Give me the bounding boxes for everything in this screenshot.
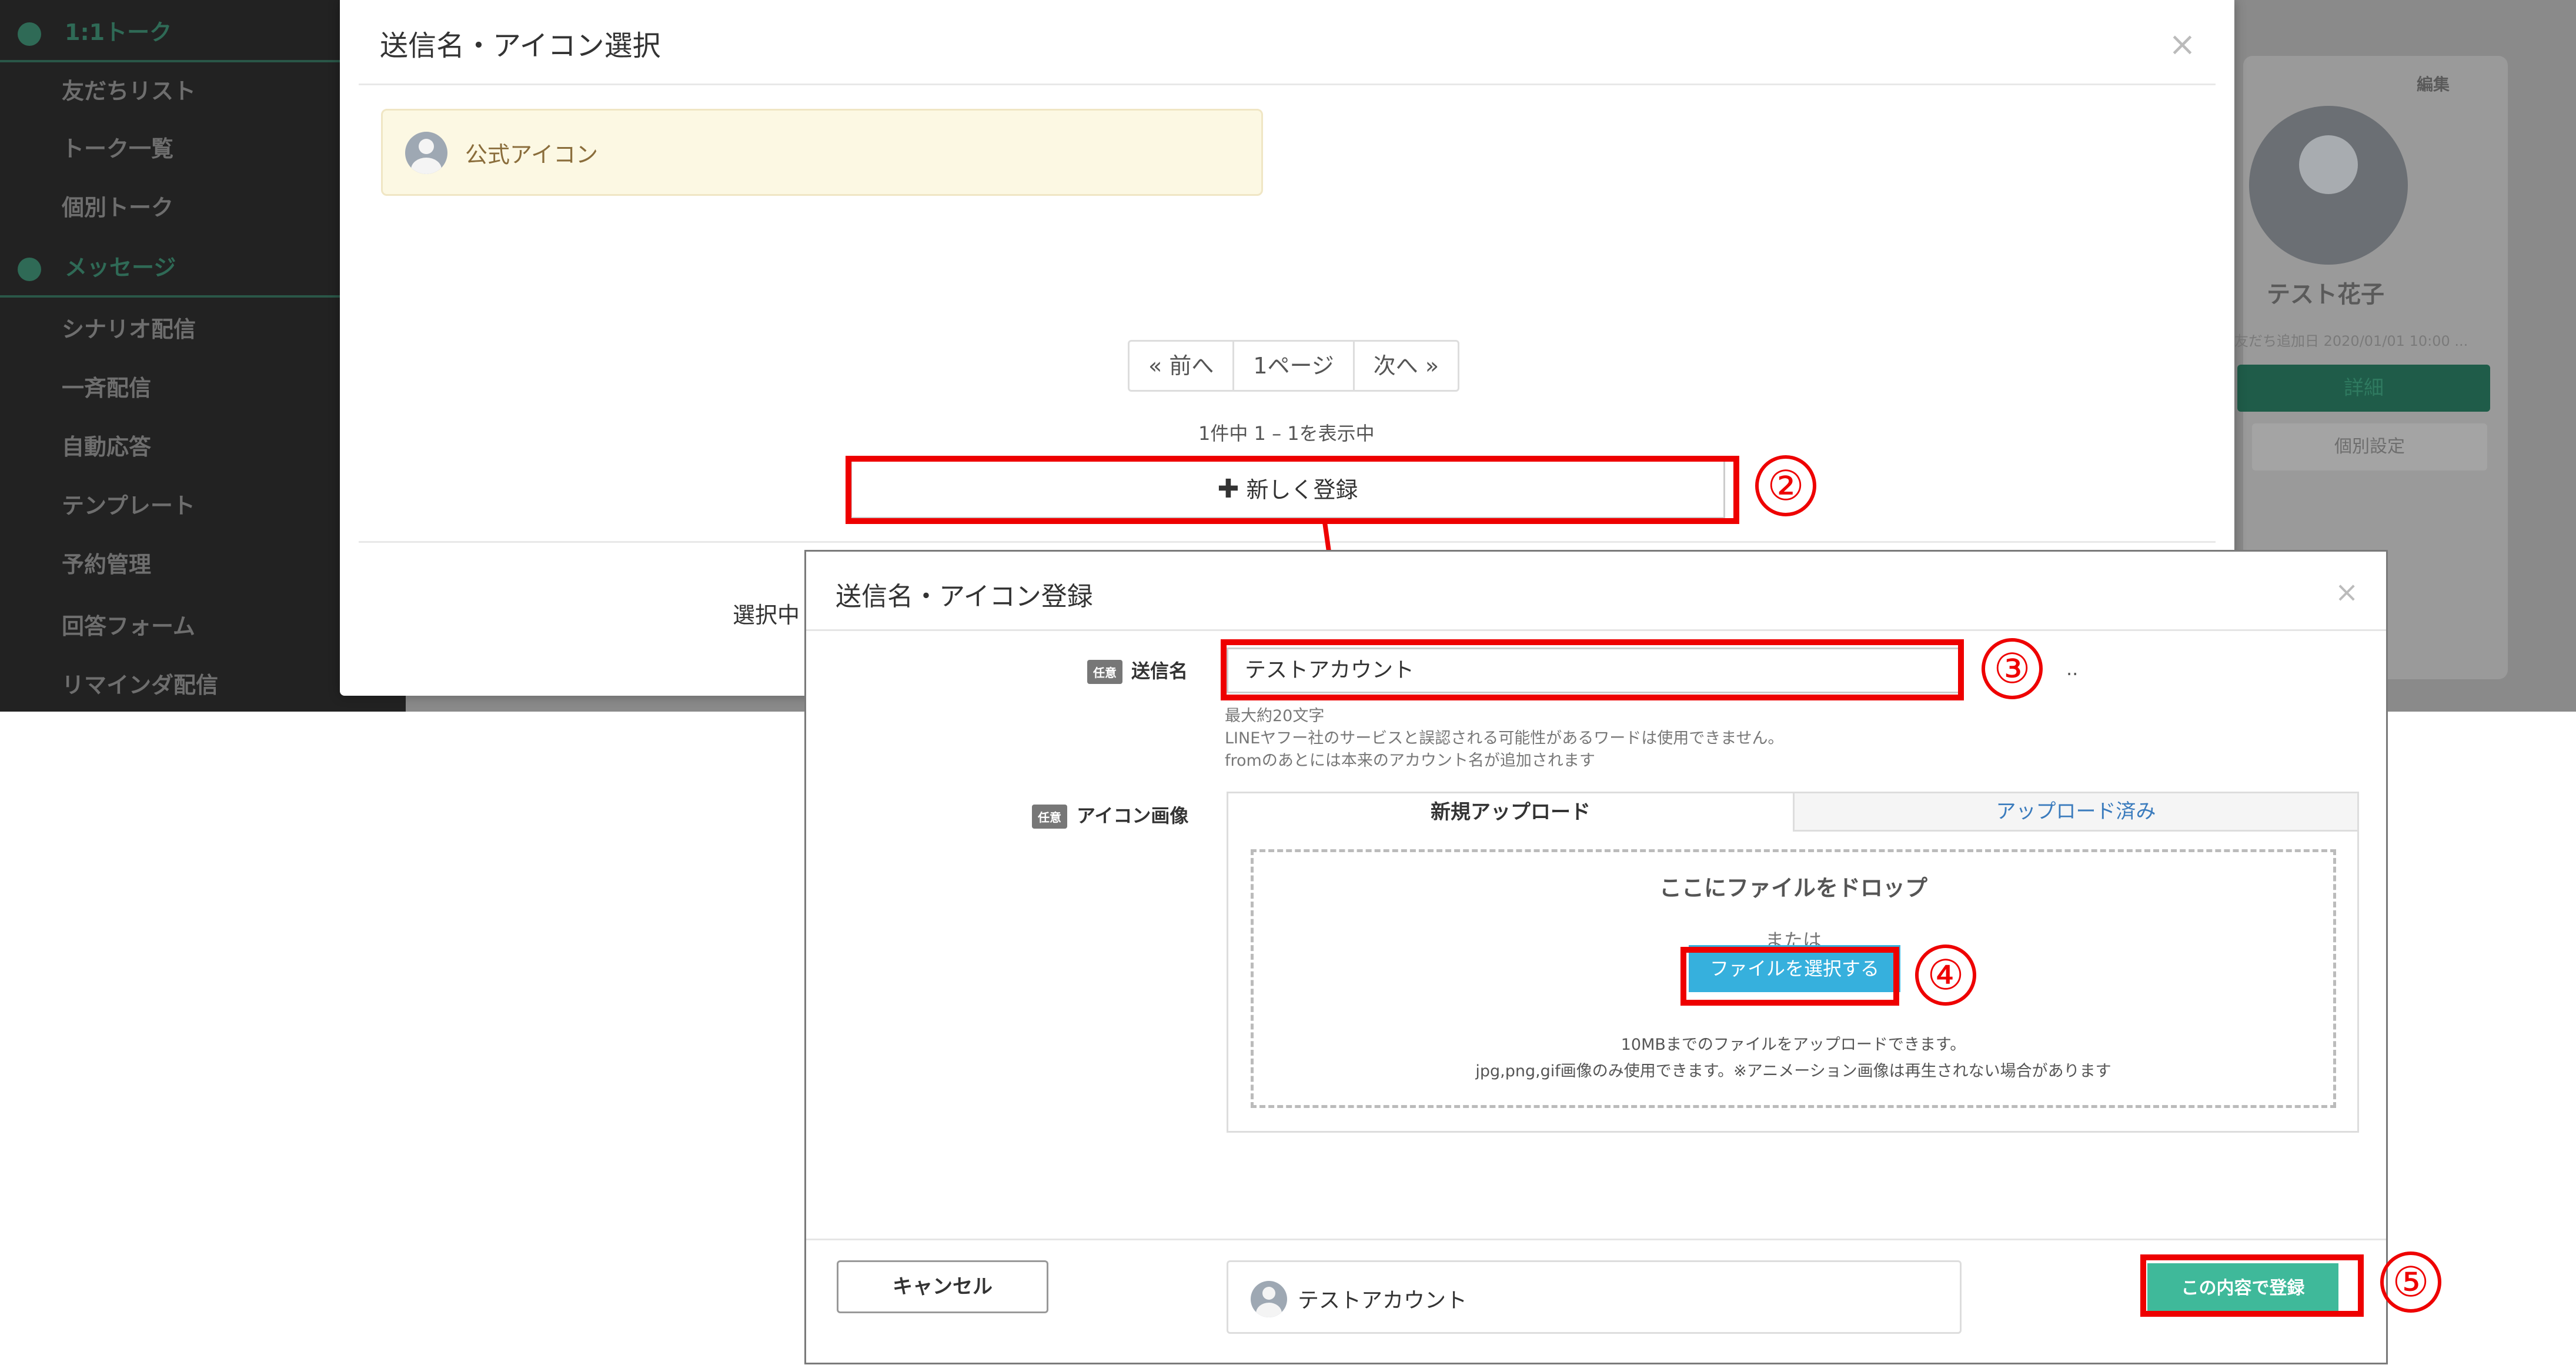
char-counter: .. [2066,658,2079,680]
divider [359,84,2216,85]
sidebar-item-individual-talk[interactable]: 個別トーク [62,187,173,228]
profile-avatar [2249,106,2408,265]
modal-title: 送信名・アイコン登録 [836,582,1093,612]
profile-detail-button[interactable]: 詳細 [2237,365,2490,412]
pagination: « 前へ 1ページ 次へ » [1128,340,1460,392]
selecting-label: 選択中 [733,602,800,628]
result-count: 1件中 1 – 1を表示中 [1198,422,1375,445]
divider [806,1239,2386,1240]
dropzone-note: jpg,png,gif画像のみ使用できます。※アニメーション画像は再生されない場… [1475,1062,2111,1080]
message-icon [18,257,41,281]
help-text: LINEヤフー社のサービスと誤認される可能性があるワードは使用できません。 [1225,729,1784,747]
optional-badge: 任意 [1087,660,1122,684]
highlight-frame-4 [1680,947,1899,1006]
sidebar-section-talk[interactable]: 1:1トーク [18,12,172,53]
divider [359,541,2216,543]
sender-name-label: 送信名 [1131,660,1188,682]
official-icon-label: 公式アイコン [465,142,599,168]
close-icon[interactable]: × [2335,578,2358,606]
sender-preview: テストアカウント [1227,1260,1962,1334]
preview-sender-name: テストアカウント [1298,1289,1468,1313]
optional-badge: 任意 [1032,805,1067,829]
sidebar-item-template[interactable]: テンプレート [62,485,195,526]
pagination-current-page[interactable]: 1ページ [1234,342,1355,390]
step-number-3: ③ [1982,638,2043,699]
dropzone-note: 10MBまでのファイルをアップロードできます。 [1621,1036,1966,1054]
star-icon [18,22,41,46]
help-text: 最大約20文字 [1225,707,1325,725]
tab-uploaded[interactable]: アップロード済み [1795,793,2357,832]
help-text: fromのあとには本来のアカウント名が追加されます [1225,752,1595,770]
cancel-button[interactable]: キャンセル [837,1260,1048,1313]
pagination-next[interactable]: 次へ » [1355,342,1458,390]
step-number-2: ② [1755,455,1816,516]
step-number-5: ⑤ [2380,1251,2441,1313]
highlight-frame-5 [2140,1254,2364,1317]
icon-image-label: アイコン画像 [1077,805,1189,827]
step-number-4: ④ [1915,945,1976,1006]
sidebar-item-scenario[interactable]: シナリオ配信 [62,309,196,350]
profile-subtext: 友だち追加日 2020/01/01 10:00 ... [2234,333,2468,349]
user-avatar-icon [405,132,447,174]
sidebar-item-broadcast[interactable]: 一斉配信 [62,368,151,409]
user-avatar-icon [1251,1281,1287,1317]
sidebar-item-auto-reply[interactable]: 自動応答 [62,426,151,468]
pagination-prev[interactable]: « 前へ [1130,342,1235,390]
divider [806,629,2386,631]
tab-new-upload[interactable]: 新規アップロード [1228,793,1795,832]
official-icon-option[interactable]: 公式アイコン [381,109,1263,196]
highlight-frame-3 [1221,639,1964,700]
sidebar-section-message[interactable]: メッセージ [18,247,176,288]
profile-settings-button[interactable]: 個別設定 [2252,423,2487,470]
sidebar-item-reservation[interactable]: 予約管理 [62,544,151,585]
sidebar-item-reminder[interactable]: リマインダ配信 [62,665,218,706]
edit-link[interactable]: 編集 [2417,72,2450,95]
modal-title: 送信名・アイコン選択 [380,29,661,62]
profile-name: テスト花子 [2267,281,2384,308]
highlight-frame-2 [846,456,1739,524]
sidebar-item-form[interactable]: 回答フォーム [62,606,195,647]
sidebar-item-talk-list[interactable]: トーク一覧 [62,128,173,169]
close-icon[interactable]: × [2169,28,2196,61]
dropzone-title: ここにファイルをドロップ [1659,875,1927,901]
sidebar-item-friends[interactable]: 友だちリスト [62,71,196,112]
